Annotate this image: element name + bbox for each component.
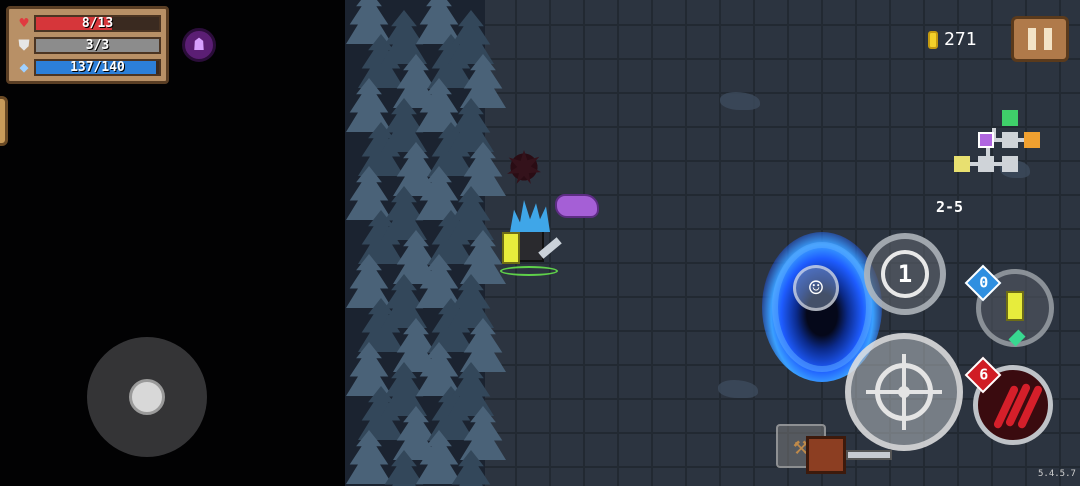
crosshair-dot (898, 386, 910, 398)
version-label: 5.4.5.7 (1038, 469, 1076, 479)
side-drawer-tab[interactable] (0, 96, 8, 146)
player-character (498, 200, 564, 278)
minimap-room (1002, 132, 1018, 148)
coin-icon (928, 30, 938, 49)
crosshair-icon (866, 354, 942, 430)
minimap (950, 108, 1050, 188)
joystick-knob[interactable] (129, 379, 165, 415)
held-weapon (502, 232, 520, 264)
energy-text: 137/140 (70, 59, 125, 75)
emote-button[interactable]: ☺ (793, 265, 839, 311)
pause-icon (1028, 28, 1036, 50)
minimap-room (1002, 156, 1018, 172)
player-shadow (500, 266, 558, 276)
level-indicator: 2-5 (936, 198, 964, 216)
energy-cost-value: 0 (979, 273, 989, 292)
armor-text: 3/3 (85, 37, 110, 53)
diamond-icon: ◆ (19, 58, 29, 76)
stats-panel: ♥ 8/13 ⛊ 3/3 ◆ 137/140 (6, 6, 169, 84)
attack-button[interactable] (845, 333, 963, 451)
energy-bar: 137/140 (34, 58, 161, 76)
floor-rubble (718, 380, 758, 398)
health-row: ♥ 8/13 (14, 12, 161, 34)
skill-swap-button[interactable]: 1 (864, 233, 946, 315)
shield-icon: ⛊ (18, 36, 30, 54)
minimap-chest-room (954, 156, 970, 172)
armor-bar: 3/3 (34, 36, 161, 54)
health-bar: 8/13 (34, 14, 161, 32)
health-text: 8/13 (81, 15, 114, 31)
minimap-start-room (1002, 110, 1018, 126)
gold-amount: 271 (944, 29, 977, 50)
pause-icon-bar (1044, 28, 1052, 50)
floor-rubble (720, 92, 760, 110)
spike-enemy (503, 146, 545, 188)
skill-swap-label: 1 (881, 250, 929, 298)
minimap-shop-room (1024, 132, 1040, 148)
player-hair (510, 200, 550, 232)
dropped-gun[interactable] (846, 450, 892, 460)
minimap-room (978, 156, 994, 172)
weapon-icon (1006, 291, 1024, 321)
energy-row: ◆ 137/140 (14, 56, 161, 78)
armor-row: ⛊ 3/3 (14, 34, 161, 56)
energy-gem-icon (1008, 329, 1026, 347)
movement-joystick[interactable] (87, 337, 207, 457)
gold-counter: 271 (928, 29, 977, 50)
heart-icon: ♥ (19, 14, 29, 32)
skill-count-value: 6 (979, 365, 989, 384)
pause-button[interactable] (1011, 16, 1069, 62)
minimap-current-room (978, 132, 994, 148)
treasure-chest[interactable] (806, 436, 846, 474)
demon-helmet-icon[interactable]: ☗ (182, 28, 216, 62)
